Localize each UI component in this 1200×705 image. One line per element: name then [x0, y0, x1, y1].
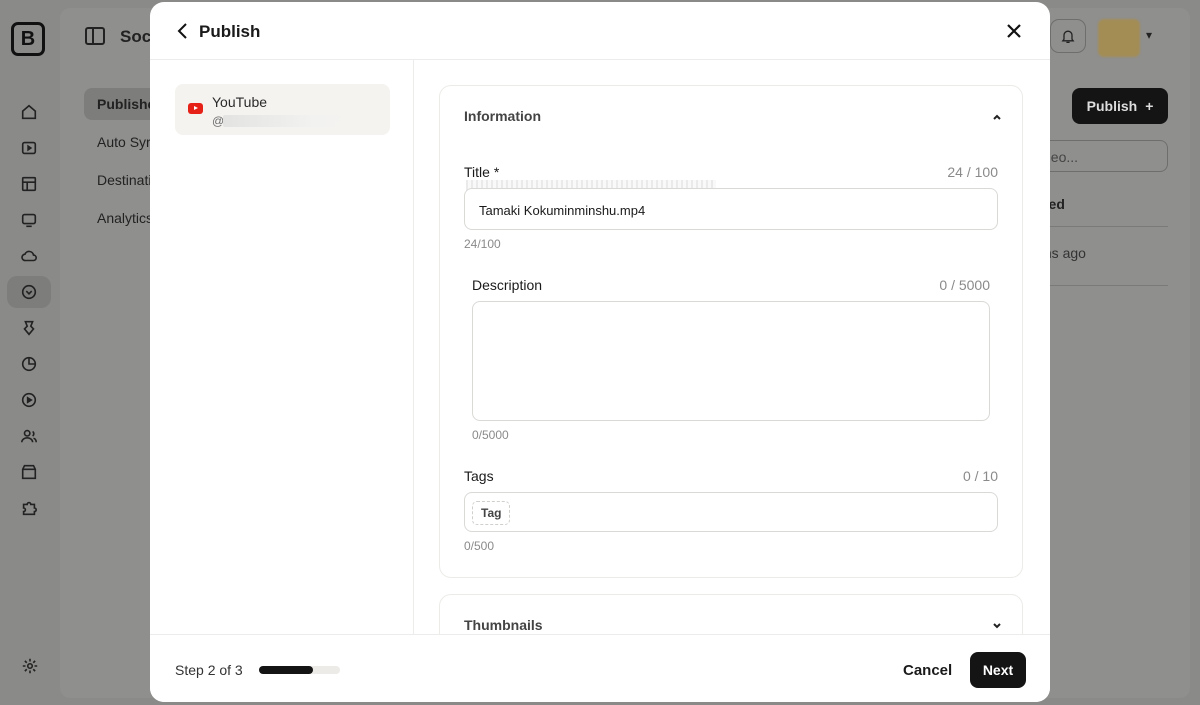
icon-rail: B: [0, 0, 58, 705]
title-char-count: 24/100: [464, 237, 501, 251]
tag-chip[interactable]: Tag: [472, 501, 511, 525]
close-icon[interactable]: [1005, 22, 1023, 40]
store-icon[interactable]: [18, 461, 40, 483]
tags-counter: 0 / 10: [962, 468, 998, 484]
account-item-youtube[interactable]: YouTube @l: [175, 84, 390, 135]
thumbnails-heading: Thumbnails: [464, 617, 543, 633]
modal-header: Publish: [150, 2, 1050, 60]
thumbnails-section[interactable]: Thumbnails: [439, 594, 1023, 634]
screen-icon[interactable]: [18, 209, 40, 231]
background-search-input[interactable]: deo...: [1030, 140, 1168, 172]
publish-nav-icon[interactable]: [7, 276, 51, 308]
account-platform: YouTube: [212, 94, 268, 110]
table-icon[interactable]: [18, 173, 40, 195]
redacted-handle: [223, 115, 353, 127]
tags-label: Tags: [464, 468, 494, 484]
play-circle-icon[interactable]: [18, 389, 40, 411]
next-button[interactable]: Next: [970, 652, 1026, 688]
badge-icon[interactable]: [18, 317, 40, 339]
brand-logo: B: [11, 22, 45, 56]
background-publish-label: Publish: [1086, 98, 1138, 114]
divider: [1030, 226, 1168, 227]
pie-chart-icon[interactable]: [18, 353, 40, 375]
back-arrow-icon[interactable]: [175, 21, 191, 41]
information-section: Information Title * 24 / 100 Tamaki Koku…: [439, 85, 1023, 578]
description-char-count: 0/5000: [472, 428, 509, 442]
tags-char-count: 0/500: [464, 539, 495, 553]
description-counter: 0 / 5000: [939, 277, 990, 293]
modal-title: Publish: [199, 22, 261, 41]
title-counter: 24 / 100: [947, 164, 998, 180]
title-input[interactable]: Tamaki Kokuminminshu.mp4: [464, 188, 998, 230]
description-label: Description: [472, 277, 543, 293]
step-progress-bar: [259, 666, 340, 674]
notifications-bell-icon[interactable]: [1050, 19, 1086, 53]
divider: [1030, 285, 1168, 286]
details-panel: Information Title * 24 / 100 Tamaki Koku…: [415, 60, 1050, 634]
subnav-item-published[interactable]: Publishe: [97, 96, 155, 112]
modal-footer: Step 2 of 3 Cancel Next: [150, 634, 1050, 702]
user-avatar[interactable]: [1098, 19, 1140, 57]
chevron-down-icon[interactable]: [990, 619, 1004, 633]
step-progress-fill: [259, 666, 314, 674]
chevron-down-icon[interactable]: ▾: [1146, 28, 1152, 42]
description-textarea[interactable]: [472, 301, 990, 421]
settings-gear-icon[interactable]: [19, 655, 41, 677]
puzzle-icon[interactable]: [18, 497, 40, 519]
youtube-icon: [188, 103, 203, 114]
sidebar-toggle-icon[interactable]: [85, 27, 105, 45]
account-list: YouTube @l: [150, 60, 414, 634]
tags-input[interactable]: Tag: [464, 492, 998, 532]
subnav-item-auto-sync[interactable]: Auto Syr: [97, 134, 151, 150]
plus-icon: +: [1145, 98, 1154, 114]
information-heading: Information: [464, 108, 541, 124]
chevron-up-icon[interactable]: [990, 110, 1004, 124]
background-publish-button[interactable]: Publish +: [1072, 88, 1168, 124]
step-indicator: Step 2 of 3: [175, 662, 243, 678]
subnav-item-analytics[interactable]: Analytics: [97, 210, 153, 226]
video-icon[interactable]: [18, 137, 40, 159]
publish-modal: Publish YouTube @l Information Title * 2…: [150, 2, 1050, 702]
subnav-item-destinations[interactable]: Destinati: [97, 172, 151, 188]
cloud-icon[interactable]: [18, 245, 40, 267]
home-icon[interactable]: [18, 101, 40, 123]
title-label: Title *: [464, 164, 500, 180]
cancel-button[interactable]: Cancel: [892, 653, 963, 687]
users-icon[interactable]: [18, 425, 40, 447]
